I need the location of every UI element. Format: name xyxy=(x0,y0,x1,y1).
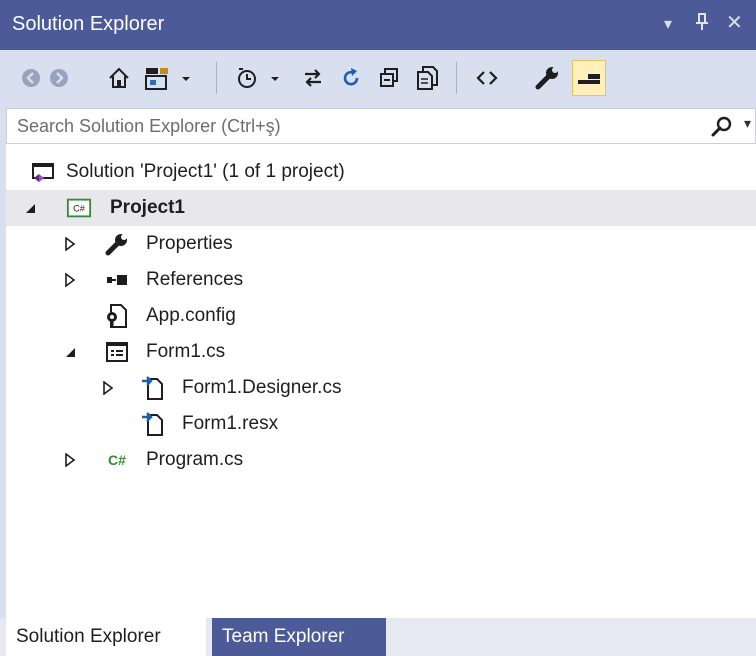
references-icon xyxy=(104,268,130,292)
tab-solution-explorer[interactable]: Solution Explorer xyxy=(6,618,206,656)
view-code-button[interactable] xyxy=(470,60,504,96)
tree-node-label: App.config xyxy=(146,305,236,326)
solution-tree: Solution 'Project1' (1 of 1 project) C# … xyxy=(6,146,756,616)
csharp-file-icon: C# xyxy=(108,452,126,468)
home-icon xyxy=(109,67,129,88)
refresh-button[interactable] xyxy=(334,60,368,96)
switch-views-button[interactable] xyxy=(142,60,196,96)
tree-node-label: Form1.cs xyxy=(146,341,226,362)
tree-node-form1-designer[interactable]: Form1.Designer.cs xyxy=(6,370,756,406)
forward-circle-icon xyxy=(50,69,68,87)
tree-node-label: Form1.Designer.cs xyxy=(182,377,342,398)
expand-arrow-icon[interactable] xyxy=(100,380,116,396)
search-options-dropdown-icon[interactable]: ▾ xyxy=(744,115,751,132)
window-position-dropdown-icon[interactable]: ▾ xyxy=(664,14,672,34)
tree-node-label: Project1 xyxy=(110,197,185,218)
collapse-arrow-icon[interactable] xyxy=(22,200,38,216)
tree-node-solution[interactable]: Solution 'Project1' (1 of 1 project) xyxy=(6,154,756,190)
wrench-icon xyxy=(535,67,558,90)
tab-team-explorer[interactable]: Team Explorer xyxy=(212,618,386,656)
csharp-project-icon: C# xyxy=(66,196,92,220)
title-bar: Solution Explorer ▾ ✕ xyxy=(0,0,756,50)
tree-node-label: Program.cs xyxy=(146,449,244,470)
show-all-files-icon xyxy=(417,66,438,90)
collapse-all-icon xyxy=(380,68,398,87)
home-button[interactable] xyxy=(102,60,136,96)
toolbar xyxy=(0,50,756,108)
search-icon[interactable] xyxy=(711,116,733,143)
dependent-file-icon xyxy=(140,376,166,400)
search-box[interactable]: ▾ xyxy=(6,108,756,144)
toolbar-separator xyxy=(456,62,457,94)
forward-button[interactable] xyxy=(42,60,76,96)
refresh-icon xyxy=(343,68,359,86)
back-circle-icon xyxy=(22,69,40,87)
close-icon[interactable]: ✕ xyxy=(726,10,743,35)
preview-selected-items-button[interactable] xyxy=(572,60,606,96)
code-brackets-icon xyxy=(476,71,498,85)
collapse-all-button[interactable] xyxy=(372,60,406,96)
clock-filter-icon xyxy=(238,68,279,88)
pin-icon[interactable] xyxy=(694,12,710,38)
tree-node-app-config[interactable]: App.config xyxy=(6,298,756,334)
tree-node-form1-resx[interactable]: Form1.resx xyxy=(6,406,756,442)
pending-changes-filter-button[interactable] xyxy=(232,60,286,96)
switch-views-icon xyxy=(145,68,190,90)
preview-icon xyxy=(578,74,600,84)
bottom-tab-strip: Solution Explorer Team Explorer xyxy=(0,618,756,656)
tree-node-label: References xyxy=(146,269,244,290)
tree-node-label: Form1.resx xyxy=(182,413,279,434)
tree-node-label: Properties xyxy=(146,233,233,254)
form-file-icon xyxy=(104,340,130,364)
config-file-icon xyxy=(104,304,130,328)
expand-arrow-icon[interactable] xyxy=(62,272,78,288)
collapse-arrow-icon[interactable] xyxy=(62,344,78,360)
tree-node-program[interactable]: C# Program.cs xyxy=(6,442,756,478)
tree-node-label: Solution 'Project1' (1 of 1 project) xyxy=(66,161,345,182)
expand-arrow-icon[interactable] xyxy=(62,452,78,468)
wrench-icon xyxy=(104,232,130,256)
tree-node-form1[interactable]: Form1.cs xyxy=(6,334,756,370)
svg-text:C#: C# xyxy=(73,204,86,214)
tree-node-project[interactable]: C# Project1 xyxy=(6,190,756,226)
dependent-file-icon xyxy=(140,412,166,436)
show-all-files-button[interactable] xyxy=(410,60,444,96)
solution-explorer-window: Solution Explorer ▾ ✕ Search Solution Ex… xyxy=(0,0,756,656)
properties-button[interactable] xyxy=(530,60,564,96)
search-input[interactable] xyxy=(7,109,697,143)
window-title: Solution Explorer xyxy=(12,13,165,35)
solution-icon xyxy=(30,160,56,184)
toolbar-separator xyxy=(216,62,217,94)
tree-node-references[interactable]: References xyxy=(6,262,756,298)
sync-with-active-document-button[interactable] xyxy=(296,60,330,96)
expand-arrow-icon[interactable] xyxy=(62,236,78,252)
tree-node-properties[interactable]: Properties xyxy=(6,226,756,262)
sync-arrows-icon xyxy=(305,69,321,87)
